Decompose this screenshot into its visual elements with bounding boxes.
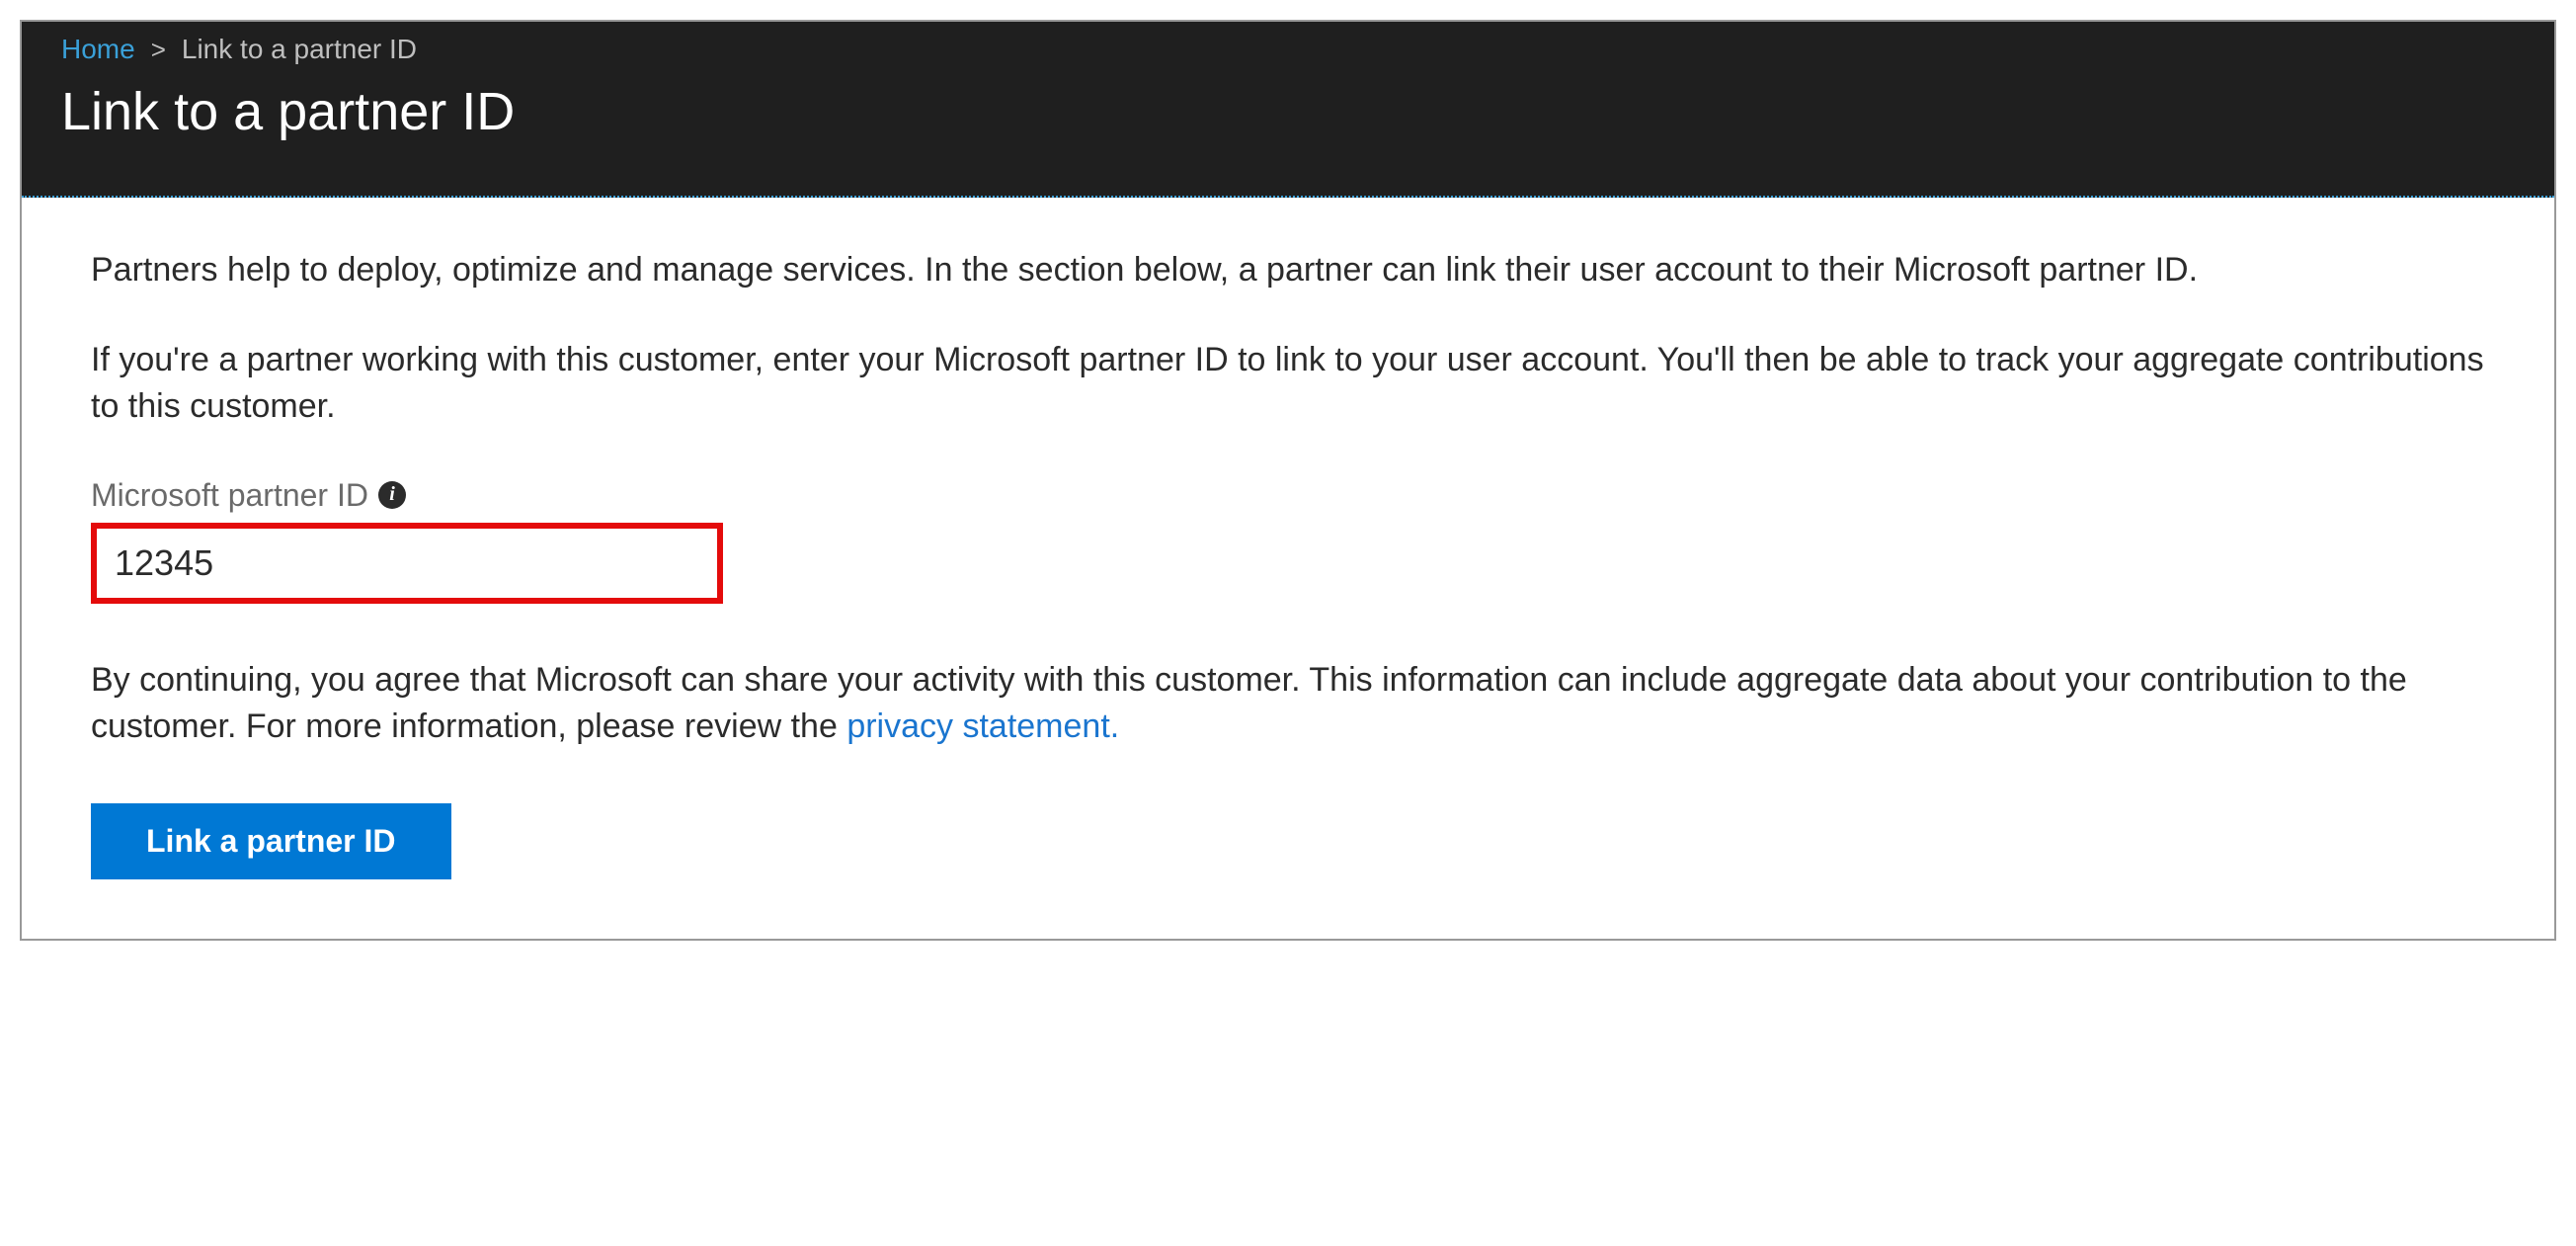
page-content: Partners help to deploy, optimize and ma… <box>22 198 2554 939</box>
disclaimer-text: By continuing, you agree that Microsoft … <box>91 661 2407 745</box>
breadcrumb: Home > Link to a partner ID <box>22 22 2554 73</box>
page-title: Link to a partner ID <box>22 73 2554 196</box>
instruction-paragraph: If you're a partner working with this cu… <box>91 337 2485 430</box>
partner-id-label: Microsoft partner ID <box>91 473 368 517</box>
page-header: Home > Link to a partner ID Link to a pa… <box>22 22 2554 198</box>
intro-paragraph: Partners help to deploy, optimize and ma… <box>91 247 2485 293</box>
app-window: Home > Link to a partner ID Link to a pa… <box>20 20 2556 941</box>
partner-id-field-block: Microsoft partner ID i <box>91 473 2485 604</box>
partner-id-input[interactable] <box>91 523 723 604</box>
privacy-statement-link[interactable]: privacy statement. <box>846 707 1119 745</box>
breadcrumb-home-link[interactable]: Home <box>61 34 135 65</box>
info-icon[interactable]: i <box>378 481 406 509</box>
field-label-row: Microsoft partner ID i <box>91 473 2485 517</box>
link-partner-id-button[interactable]: Link a partner ID <box>91 803 451 879</box>
chevron-right-icon: > <box>151 35 166 65</box>
breadcrumb-current: Link to a partner ID <box>182 34 417 65</box>
disclaimer-paragraph: By continuing, you agree that Microsoft … <box>91 657 2485 750</box>
